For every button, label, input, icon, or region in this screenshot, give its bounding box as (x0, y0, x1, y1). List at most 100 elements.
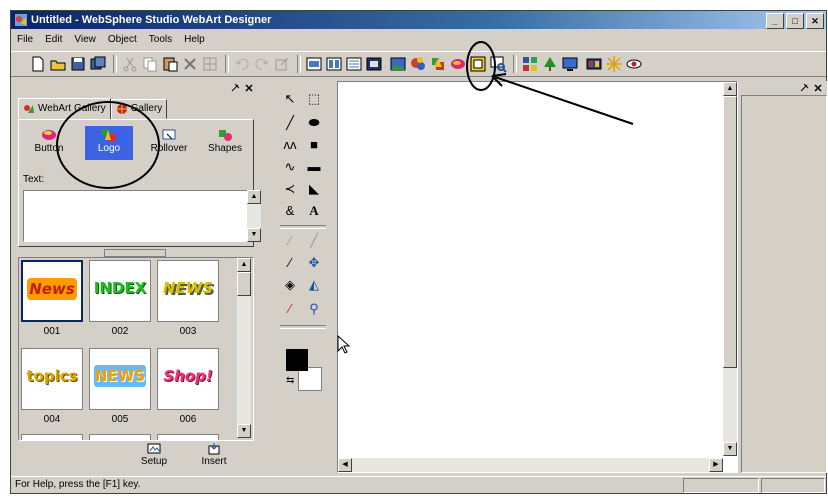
eye-icon[interactable] (625, 55, 643, 73)
text-effect-tool-icon[interactable]: & (278, 201, 302, 221)
paint-tool-icon[interactable]: ⁄ (278, 253, 302, 273)
polyline-tool-icon[interactable]: ʌʌ (278, 135, 302, 155)
menu-view[interactable]: View (68, 34, 102, 45)
line-tool-icon[interactable]: ╱ (278, 113, 302, 133)
canvas-vscroll[interactable]: ▲ ▼ (723, 82, 737, 456)
thumbnail-item[interactable] (89, 434, 151, 440)
move-tool-icon[interactable]: ✥ (302, 253, 326, 273)
thumbnail-item[interactable]: INDEX (89, 260, 151, 322)
foreground-color-swatch[interactable] (286, 349, 308, 371)
rectangle-tool-icon[interactable]: ■ (302, 135, 326, 155)
insert-button[interactable]: Insert (194, 443, 234, 467)
menu-edit[interactable]: Edit (39, 34, 68, 45)
fill-tool-icon[interactable]: ◈ (278, 275, 302, 295)
menu-tools[interactable]: Tools (143, 34, 178, 45)
zoom-tool-icon[interactable]: ⚲ (302, 299, 326, 319)
freehand-tool-icon[interactable]: ≺ (278, 179, 302, 199)
logo-wizard-icon[interactable] (429, 55, 447, 73)
cut-icon[interactable] (121, 55, 139, 73)
save-icon[interactable] (69, 55, 87, 73)
preview-icon[interactable] (489, 55, 507, 73)
close-button[interactable]: ✕ (806, 13, 824, 29)
palette-icon[interactable] (585, 55, 603, 73)
select-arrow-icon[interactable]: ↖ (278, 89, 302, 109)
color-well[interactable]: ⇆ (284, 347, 324, 393)
select-area-icon[interactable]: ⬚ (302, 89, 326, 109)
scroll-up-icon[interactable]: ▲ (247, 190, 261, 204)
thumbnail-item[interactable] (157, 434, 219, 440)
thumbnail-item[interactable]: News (21, 260, 83, 322)
texture-icon[interactable] (409, 55, 427, 73)
open-folder-icon[interactable] (49, 55, 67, 73)
scroll-left-icon[interactable]: ◀ (338, 458, 352, 472)
pin-icon[interactable] (230, 83, 240, 93)
scroll-down-icon[interactable]: ▼ (247, 228, 261, 242)
view-mode-3-icon[interactable] (345, 55, 363, 73)
duplicate-icon[interactable] (201, 55, 219, 73)
menu-help[interactable]: Help (178, 34, 211, 45)
type-button[interactable]: Button (25, 126, 73, 160)
maximize-button[interactable]: □ (786, 13, 804, 29)
scroll-up-icon[interactable]: ▲ (723, 82, 737, 96)
sparkle-icon[interactable] (605, 55, 623, 73)
text-tool-icon[interactable]: A (302, 201, 326, 221)
image-icon[interactable] (389, 55, 407, 73)
tree-icon[interactable] (541, 55, 559, 73)
text-scrollbar[interactable]: ▲ ▼ (247, 190, 261, 242)
thumbnail-scrollbar[interactable]: ▲ ▼ (237, 258, 251, 438)
grid-icon[interactable] (521, 55, 539, 73)
menu-object[interactable]: Object (102, 34, 143, 45)
canvas-hscroll[interactable]: ◀ ▶ (338, 458, 723, 472)
redo-icon[interactable] (253, 55, 271, 73)
new-file-icon[interactable] (29, 55, 47, 73)
scroll-down-icon[interactable]: ▼ (237, 424, 251, 438)
undo-icon[interactable] (233, 55, 251, 73)
view-mode-2-icon[interactable] (325, 55, 343, 73)
swap-colors-icon[interactable]: ⇆ (286, 375, 294, 386)
thumbnail-item[interactable]: Shop! (157, 348, 219, 410)
type-rollover[interactable]: Rollover (145, 126, 193, 160)
menu-file[interactable]: File (11, 34, 39, 45)
polygon-tool-icon[interactable]: ◣ (302, 179, 326, 199)
curve-tool-icon[interactable]: ∿ (278, 157, 302, 177)
frame-icon[interactable] (469, 55, 487, 73)
delete-icon[interactable] (181, 55, 199, 73)
scroll-thumb[interactable] (237, 272, 251, 296)
tab-webart-gallery[interactable]: WebArt Gallery (18, 98, 111, 120)
minimize-button[interactable]: _ (766, 13, 784, 29)
pin-icon[interactable] (799, 83, 809, 93)
scroll-right-icon[interactable]: ▶ (709, 458, 723, 472)
paste-icon[interactable] (161, 55, 179, 73)
drawing-canvas[interactable]: ▲ ▼ ◀ ▶ (337, 81, 738, 473)
tab-label: WebArt Gallery (38, 103, 106, 114)
monitor-icon[interactable] (561, 55, 579, 73)
save-all-icon[interactable] (89, 55, 107, 73)
button-wizard-icon[interactable] (449, 55, 467, 73)
thumbnail-item[interactable] (21, 434, 83, 440)
close-icon[interactable] (244, 83, 254, 93)
eyedropper-tool-icon[interactable]: ⁄ (278, 299, 302, 319)
tab-gallery[interactable]: Gallery (110, 99, 168, 119)
scroll-up-icon[interactable]: ▲ (237, 258, 251, 272)
scroll-down-icon[interactable]: ▼ (723, 442, 737, 456)
setup-button[interactable]: Setup (134, 443, 174, 467)
scroll-thumb[interactable] (723, 96, 737, 368)
text-input[interactable] (23, 190, 249, 242)
thumbnail-item[interactable]: topics (21, 348, 83, 410)
copy-icon[interactable] (141, 55, 159, 73)
gradient-tool-icon[interactable]: ◭ (302, 275, 326, 295)
thumbnail-item[interactable]: NEWS (157, 260, 219, 322)
view-mode-4-icon[interactable] (365, 55, 383, 73)
ellipse-tool-icon[interactable]: ⬬ (302, 113, 326, 133)
pencil-tool-icon[interactable]: ╱ (302, 231, 326, 251)
edit-icon[interactable] (273, 55, 291, 73)
view-mode-1-icon[interactable] (305, 55, 323, 73)
type-shapes[interactable]: Shapes (201, 126, 249, 160)
close-icon[interactable] (813, 83, 823, 93)
rounded-rect-tool-icon[interactable]: ▬ (302, 157, 326, 177)
type-logo[interactable]: Logo (85, 126, 133, 160)
splitter-handle[interactable] (104, 249, 166, 257)
right-panel-body (741, 95, 827, 473)
thumbnail-item[interactable]: NEWS (89, 348, 151, 410)
brush-tool-icon[interactable]: ⁄ (278, 231, 302, 251)
